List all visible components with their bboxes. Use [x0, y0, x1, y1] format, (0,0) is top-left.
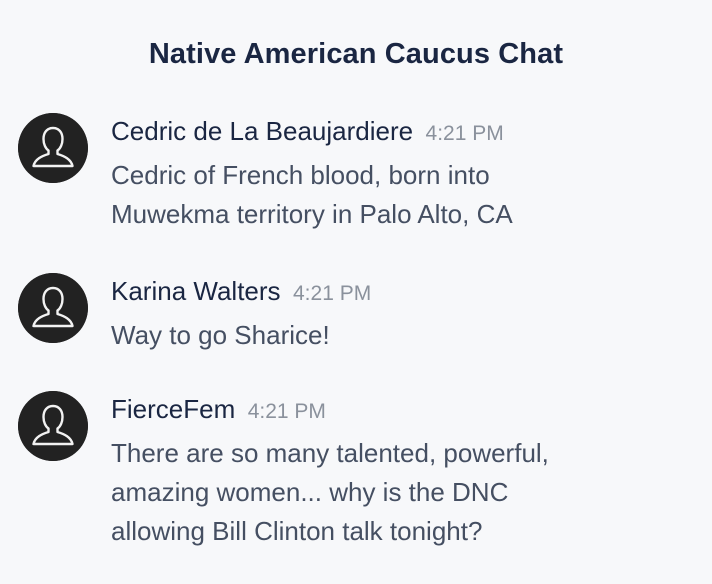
- message-header: FierceFem 4:21 PM: [111, 391, 692, 427]
- message-header: Cedric de La Beaujardiere 4:21 PM: [111, 113, 692, 149]
- author-name[interactable]: FierceFem: [111, 394, 235, 424]
- message-header: Karina Walters 4:21 PM: [111, 273, 692, 309]
- message-body: Cedric de La Beaujardiere 4:21 PM Cedric…: [111, 113, 692, 234]
- user-silhouette-icon: [18, 113, 88, 183]
- message-body: FierceFem 4:21 PM There are so many tale…: [111, 391, 692, 551]
- message-line: There are so many talented, powerful,: [111, 438, 549, 468]
- message-text: Cedric of French blood, born into Muwekm…: [111, 156, 671, 234]
- message-line: Way to go Sharice!: [111, 320, 330, 350]
- message-line: Muwekma territory in Palo Alto, CA: [111, 199, 513, 229]
- timestamp: 4:21 PM: [247, 400, 326, 423]
- message-line: Cedric of French blood, born into: [111, 160, 490, 190]
- message-line: allowing Bill Clinton talk tonight?: [111, 516, 483, 546]
- avatar[interactable]: [18, 273, 88, 343]
- author-name[interactable]: Cedric de La Beaujardiere: [111, 116, 413, 146]
- author-name[interactable]: Karina Walters: [111, 276, 281, 306]
- message-line: amazing women... why is the DNC: [111, 477, 509, 507]
- message-text: Way to go Sharice!: [111, 316, 671, 355]
- timestamp: 4:21 PM: [425, 122, 504, 145]
- chat-title: Native American Caucus Chat: [148, 38, 564, 70]
- user-silhouette-icon: [18, 273, 88, 343]
- message-body: Karina Walters 4:21 PM Way to go Sharice…: [111, 273, 692, 355]
- avatar[interactable]: [18, 113, 88, 183]
- user-silhouette-icon: [18, 391, 88, 461]
- message-text: There are so many talented, powerful, am…: [111, 434, 671, 551]
- chat-panel: Native American Caucus Chat Cedric de La…: [0, 0, 712, 584]
- timestamp: 4:21 PM: [293, 282, 372, 305]
- avatar[interactable]: [18, 391, 88, 461]
